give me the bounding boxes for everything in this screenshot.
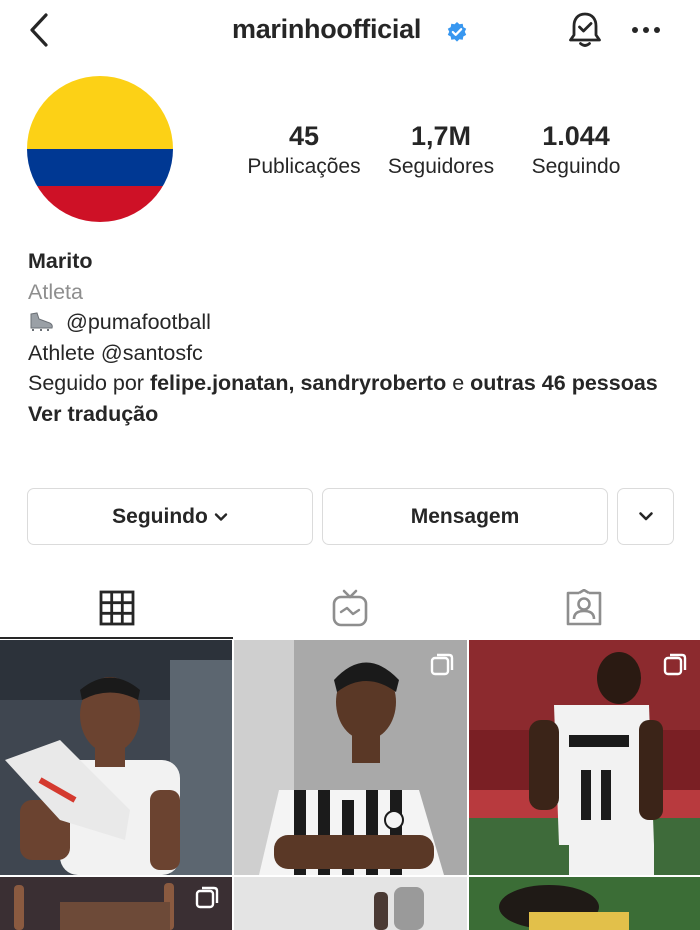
tab-posts-grid[interactable] xyxy=(0,578,233,638)
stat-posts-label: Publicações xyxy=(247,155,361,178)
followed-by-others: outras 46 pessoas xyxy=(470,371,658,395)
post-image xyxy=(234,877,467,930)
multiple-photos-icon xyxy=(195,886,219,909)
suggested-accounts-button[interactable] xyxy=(617,488,674,545)
post-player-stadium[interactable] xyxy=(234,877,467,930)
see-translation-link[interactable]: Ver tradução xyxy=(28,399,668,430)
profile-username: marinhoofficial xyxy=(232,14,422,44)
post-image xyxy=(469,877,700,930)
stat-followers-value: 1,7M xyxy=(410,121,472,151)
stat-following[interactable]: 1.044 Seguindo xyxy=(518,120,634,182)
profile-tabs xyxy=(0,578,700,639)
post-player-back-number-11[interactable] xyxy=(469,640,700,875)
bio-mention-puma[interactable]: @pumafootball xyxy=(66,310,211,334)
message-button[interactable]: Mensagem xyxy=(322,488,608,545)
multiple-photos-icon xyxy=(430,653,454,676)
followed-by-users: felipe.jonatan, sandryroberto xyxy=(149,371,447,395)
profile-avatar[interactable] xyxy=(27,76,173,222)
message-button-label: Mensagem xyxy=(410,504,520,528)
football-boot-icon xyxy=(30,312,53,331)
tab-tagged[interactable] xyxy=(467,578,700,638)
post-player-on-pitch[interactable] xyxy=(469,877,700,930)
back-arrow-icon[interactable] xyxy=(24,10,58,50)
top-bar: marinhoofficial xyxy=(0,0,700,62)
verified-badge-icon xyxy=(447,22,467,42)
tab-igtv[interactable] xyxy=(233,578,466,638)
post-player-pointing[interactable] xyxy=(0,877,232,930)
posts-grid xyxy=(0,640,700,930)
stat-posts: 45 Publicações xyxy=(240,120,368,182)
profile-name: Marito xyxy=(28,249,93,273)
multiple-photos-icon xyxy=(663,653,687,676)
stat-followers-label: Seguidores xyxy=(387,155,495,178)
followed-by-text[interactable]: Seguido por felipe.jonatan, sandryrobert… xyxy=(28,368,668,399)
stat-posts-value: 45 xyxy=(288,121,320,151)
bio-line-athlete: Athlete @santosfc xyxy=(28,340,203,365)
active-tab-indicator xyxy=(0,637,233,639)
stat-following-label: Seguindo xyxy=(531,155,621,178)
post-image xyxy=(0,640,232,875)
tagged-posts-icon xyxy=(566,589,601,626)
grid-posts-icon xyxy=(99,590,134,626)
followed-by-prefix: Seguido por xyxy=(28,371,150,395)
profile-bio: Marito Atleta @pumafootball Athlete @san… xyxy=(28,246,668,429)
following-button-label: Seguindo xyxy=(112,504,208,528)
flag-stripe-yellow xyxy=(27,76,173,149)
igtv-icon xyxy=(332,589,367,627)
stat-following-value: 1.044 xyxy=(542,121,610,151)
more-options-icon[interactable] xyxy=(628,18,664,42)
profile-category: Atleta xyxy=(28,279,83,304)
chevron-down-icon xyxy=(214,512,228,521)
followed-by-join: e xyxy=(446,371,471,395)
notification-bell-icon[interactable] xyxy=(566,10,604,50)
post-player-santos-jersey[interactable] xyxy=(234,640,467,875)
flag-stripe-blue xyxy=(27,149,173,186)
stat-followers[interactable]: 1,7M Seguidores xyxy=(376,120,506,182)
post-player-holding-boots[interactable] xyxy=(0,640,232,875)
flag-stripe-red xyxy=(27,185,173,222)
chevron-down-icon xyxy=(638,512,653,521)
following-button[interactable]: Seguindo xyxy=(27,488,313,545)
bio-line-sponsor: @pumafootball xyxy=(28,307,668,338)
